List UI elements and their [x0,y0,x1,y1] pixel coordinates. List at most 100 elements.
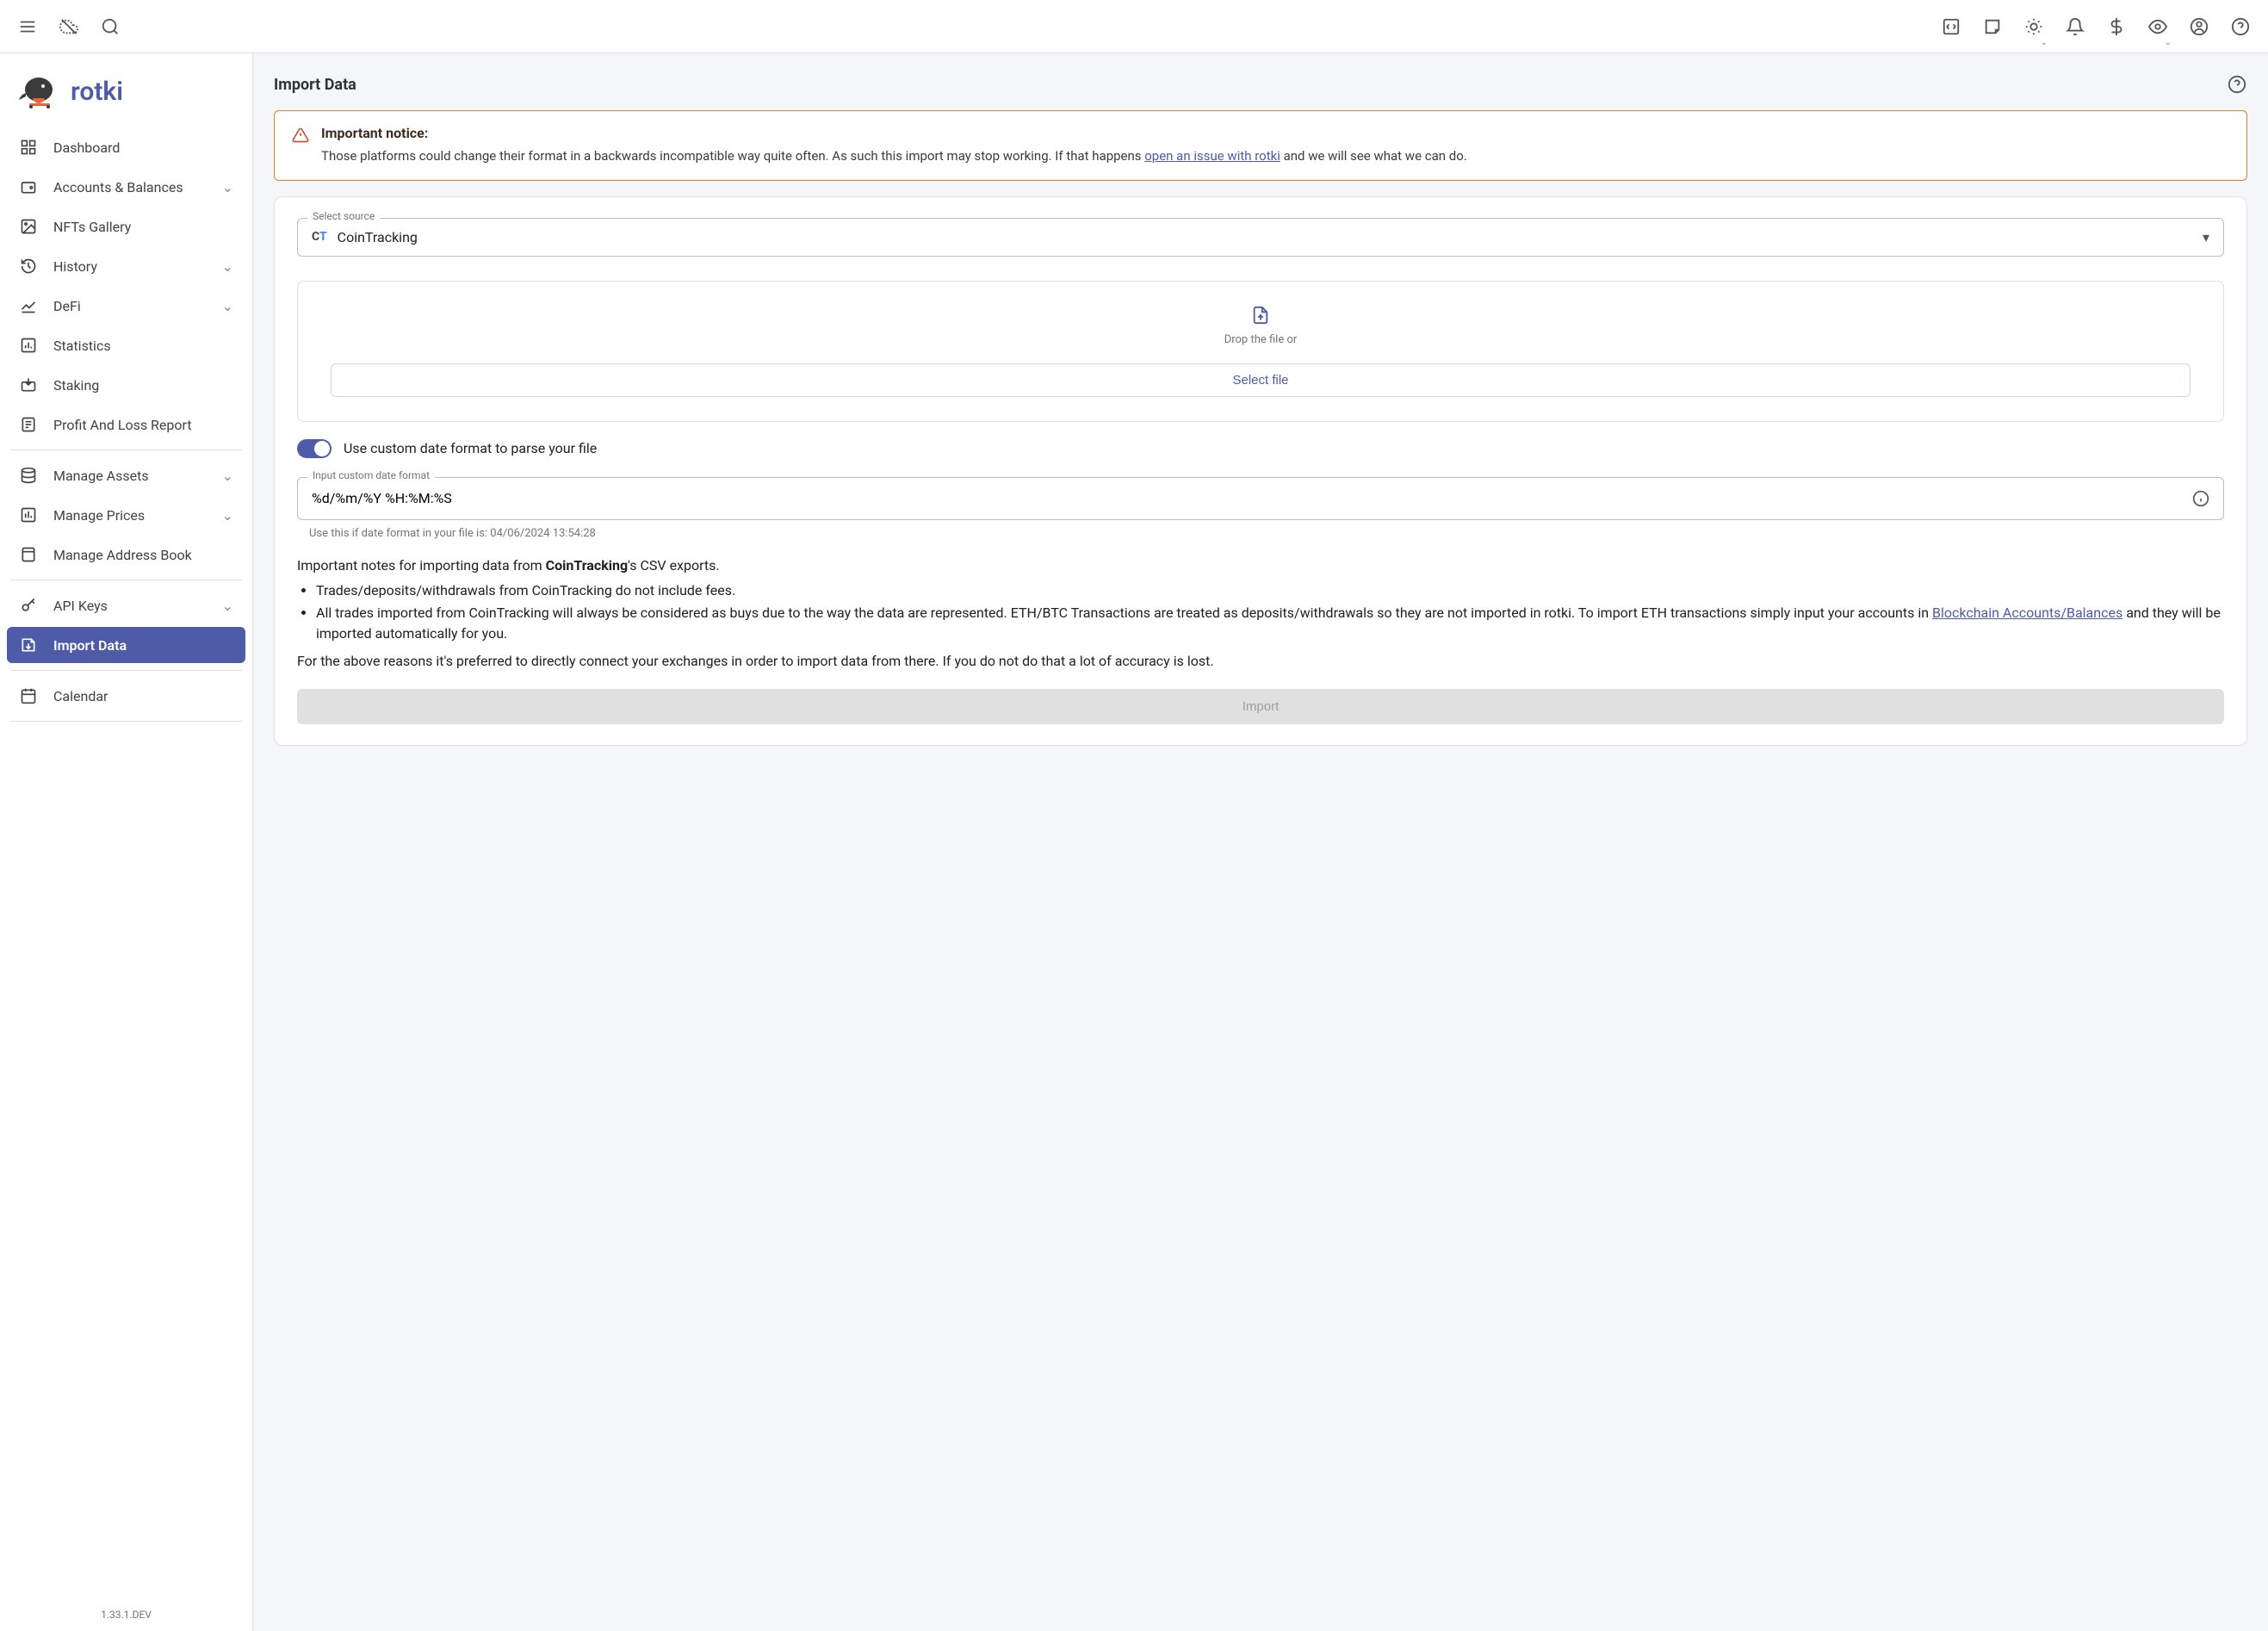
report-icon [19,415,38,434]
import-button[interactable]: Import [297,689,2224,724]
chevron-down-icon: ⌄ [222,468,233,484]
chevron-down-icon: ⌄ [2165,38,2172,47]
notice-text: and we will see what we can do. [1280,148,1467,164]
notes-bullet: Trades/deposits/withdrawals from CoinTra… [316,580,2224,601]
sidebar-item-label: Import Data [53,637,127,654]
main-content: Import Data Important notice: Those plat… [253,53,2268,1631]
sidebar-item-label: Dashboard [53,140,120,156]
blockchain-accounts-link[interactable]: Blockchain Accounts/Balances [1932,605,2122,621]
custom-date-toggle[interactable] [297,439,332,458]
notice-title: Important notice: [321,125,1467,141]
divider [10,670,242,671]
date-format-input[interactable] [312,490,2192,506]
sidebar-item-nfts-gallery[interactable]: NFTs Gallery [7,208,245,245]
version-label: 1.33.1.DEV [0,1598,252,1631]
upload-icon [322,306,2199,325]
import-notes: Important notes for importing data from … [297,557,2224,672]
toggle-label: Use custom date format to parse your fil… [344,440,597,456]
date-format-field: Input custom date format [297,477,2224,520]
notice-body: Those platforms could change their forma… [321,146,1467,166]
sidebar-item-label: History [53,258,97,275]
brand-name: rotki [71,77,123,107]
user-icon[interactable] [2189,16,2209,37]
database-icon [19,466,38,485]
notes-text: All trades imported from CoinTracking wi… [316,605,1932,621]
topbar-left [17,16,121,37]
sidebar-item-address-book[interactable]: Manage Address Book [7,536,245,573]
book-icon [19,545,38,564]
sidebar: rotki Dashboard Accounts & Balances ⌄ NF… [0,53,253,1631]
sidebar-item-api-keys[interactable]: API Keys ⌄ [7,587,245,623]
notes-footer: For the above reasons it's preferred to … [297,651,2224,672]
notes-text: 's CSV exports. [628,557,720,574]
custom-date-toggle-row: Use custom date format to parse your fil… [297,439,2224,458]
chevron-down-icon: ⌄ [2041,38,2048,47]
cloud-off-icon[interactable] [59,16,79,37]
bell-icon[interactable] [2065,16,2085,37]
sidebar-item-label: Manage Prices [53,507,145,524]
sidebar-item-accounts-balances[interactable]: Accounts & Balances ⌄ [7,169,245,205]
brand: rotki [0,67,252,129]
date-format-hint: Use this if date format in your file is:… [309,527,2224,540]
sidebar-item-manage-prices[interactable]: Manage Prices ⌄ [7,497,245,533]
notes-intro: Important notes for importing data from … [297,557,2224,574]
sidebar-item-label: Staking [53,377,99,394]
note-icon[interactable] [1982,16,2003,37]
notes-bold: CoinTracking [546,557,628,574]
eye-icon[interactable]: ⌄ [2147,16,2168,37]
bar-chart-icon [19,336,38,355]
sidebar-item-label: DeFi [53,298,81,314]
sidebar-item-label: Manage Assets [53,468,149,484]
notice-text: Those platforms could change their forma… [321,148,1144,164]
sidebar-item-staking[interactable]: Staking [7,367,245,403]
code-icon[interactable] [1941,16,1961,37]
chevron-down-icon: ⌄ [222,507,233,524]
select-file-button[interactable]: Select file [331,363,2191,397]
chevron-down-icon: ⌄ [222,298,233,314]
sidebar-item-profit-loss[interactable]: Profit And Loss Report [7,406,245,443]
sidebar-item-history[interactable]: History ⌄ [7,248,245,284]
chart-line-icon [19,296,38,315]
wallet-icon [19,177,38,196]
sidebar-item-defi[interactable]: DeFi ⌄ [7,288,245,324]
sidebar-nav: Dashboard Accounts & Balances ⌄ NFTs Gal… [0,129,252,1598]
dropzone-text: Drop the file or [322,333,2199,346]
help-icon[interactable] [2230,16,2251,37]
rotki-logo-icon [17,74,57,109]
cointracking-logo-icon: CT [312,230,327,244]
source-value: CoinTracking [338,229,418,245]
sidebar-item-dashboard[interactable]: Dashboard [7,129,245,165]
file-dropzone[interactable]: Drop the file or Select file [297,281,2224,422]
history-icon [19,257,38,276]
sidebar-item-calendar[interactable]: Calendar [7,678,245,714]
key-icon [19,596,38,615]
chevron-down-icon: ⌄ [222,598,233,614]
source-field: Select source CT CoinTracking ▾ [297,218,2224,257]
notice-content: Important notice: Those platforms could … [321,125,1467,166]
source-select[interactable]: CT CoinTracking ▾ [297,218,2224,257]
date-format-input-wrapper [297,477,2224,520]
sidebar-item-label: NFTs Gallery [53,219,131,235]
divider [10,721,242,722]
sidebar-item-label: Accounts & Balances [53,179,183,195]
sidebar-item-label: API Keys [53,598,108,614]
currency-icon[interactable] [2106,16,2127,37]
help-icon[interactable] [2227,74,2247,95]
chevron-down-icon: ⌄ [222,258,233,275]
import-icon [19,636,38,654]
chevron-down-icon: ⌄ [222,179,233,195]
page-title: Import Data [274,76,356,94]
import-card: Select source CT CoinTracking ▾ Drop the… [274,196,2247,746]
info-icon[interactable] [2192,490,2209,507]
theme-icon[interactable]: ⌄ [2023,16,2044,37]
image-icon [19,217,38,236]
sidebar-item-statistics[interactable]: Statistics [7,327,245,363]
page-header: Import Data [274,74,2247,95]
notice-link[interactable]: open an issue with rotki [1144,148,1280,164]
search-icon[interactable] [100,16,121,37]
sidebar-item-manage-assets[interactable]: Manage Assets ⌄ [7,457,245,493]
sidebar-item-label: Statistics [53,338,111,354]
sidebar-item-label: Manage Address Book [53,547,192,563]
menu-icon[interactable] [17,16,38,37]
sidebar-item-import-data[interactable]: Import Data [7,627,245,663]
